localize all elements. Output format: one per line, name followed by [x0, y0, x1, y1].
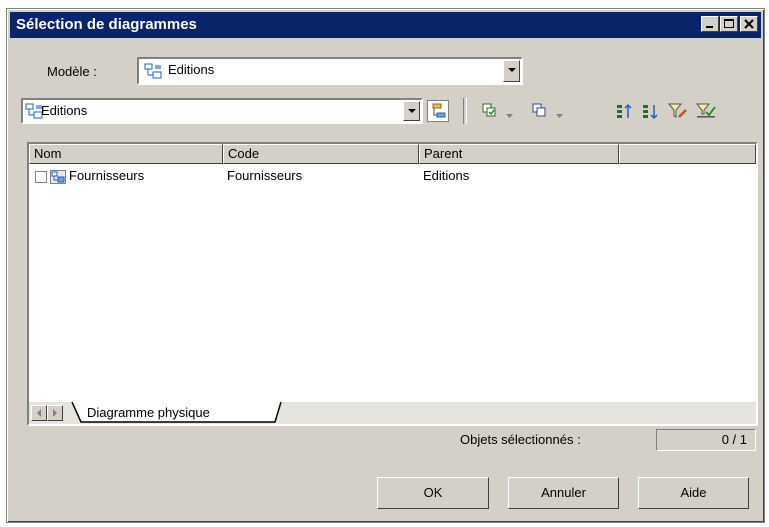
- column-header-code[interactable]: Code: [223, 144, 419, 164]
- tab-diagramme-physique[interactable]: Diagramme physique: [87, 405, 210, 420]
- toolbar-separator: [463, 98, 467, 124]
- filter-edit-button[interactable]: [667, 102, 689, 124]
- select-all-icon: [482, 103, 496, 117]
- row-checkbox[interactable]: [35, 171, 47, 183]
- help-button[interactable]: Aide: [638, 477, 749, 509]
- arrow-left-icon: [37, 409, 41, 417]
- close-icon: [744, 19, 754, 29]
- filter-clear-button[interactable]: [695, 102, 717, 124]
- model-label: Modèle :: [47, 64, 97, 79]
- row-parent: Editions: [423, 168, 470, 183]
- model-dropdown-button[interactable]: [503, 60, 520, 82]
- include-subpackages-icon: [432, 103, 446, 118]
- deselect-all-button[interactable]: [531, 102, 553, 124]
- title-bar: Sélection de diagrammes: [10, 12, 761, 38]
- row-name: Fournisseurs: [69, 168, 145, 183]
- close-button[interactable]: [740, 16, 758, 32]
- selected-count-value: 0 / 1: [656, 429, 756, 451]
- select-all-chevron-down-icon[interactable]: [506, 108, 514, 123]
- move-down-button[interactable]: [641, 102, 663, 124]
- package-select[interactable]: Editions: [21, 98, 423, 124]
- tab-scroll-right-button[interactable]: [47, 405, 63, 421]
- package-value: Editions: [41, 103, 88, 118]
- include-subpackages-button[interactable]: [427, 100, 449, 122]
- physical-diagram-icon: [50, 170, 66, 188]
- maximize-button[interactable]: [720, 16, 738, 32]
- row-code: Fournisseurs: [227, 168, 303, 183]
- dialog-window: Sélection de diagrammes Modèle : Edition…: [6, 8, 765, 523]
- move-up-icon: [617, 103, 632, 118]
- model-select[interactable]: Editions: [137, 57, 523, 85]
- select-all-button[interactable]: [481, 102, 503, 124]
- minimize-icon: [706, 26, 713, 28]
- column-header-parent[interactable]: Parent: [419, 144, 619, 164]
- move-down-icon: [643, 105, 658, 120]
- column-header-empty: [619, 144, 756, 164]
- deselect-all-icon: [532, 103, 546, 117]
- move-up-button[interactable]: [615, 102, 637, 124]
- selected-count-label: Objets sélectionnés :: [460, 432, 581, 447]
- ok-button[interactable]: OK: [377, 477, 489, 509]
- tab-bar: Diagramme physique: [29, 402, 756, 424]
- column-header-name[interactable]: Nom: [29, 144, 223, 164]
- tab-scroll-left-button[interactable]: [31, 405, 47, 421]
- maximize-icon: [724, 19, 734, 28]
- model-value: Editions: [168, 62, 215, 77]
- arrow-right-icon: [53, 409, 57, 417]
- minimize-button[interactable]: [701, 16, 719, 32]
- model-diagram-icon: [144, 63, 162, 82]
- diagram-list[interactable]: Nom Code Parent Fournisseurs Fournisseur…: [27, 142, 758, 426]
- deselect-all-chevron-down-icon[interactable]: [556, 108, 564, 123]
- filter-edit-icon: [667, 103, 687, 118]
- filter-clear-icon: [695, 103, 716, 118]
- cancel-button[interactable]: Annuler: [508, 477, 619, 509]
- window-title: Sélection de diagrammes: [16, 16, 197, 33]
- package-dropdown-button[interactable]: [403, 101, 420, 121]
